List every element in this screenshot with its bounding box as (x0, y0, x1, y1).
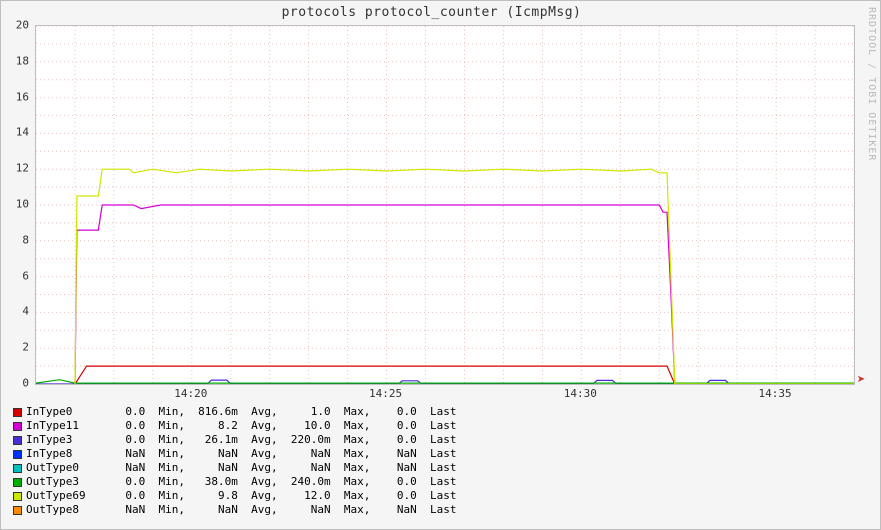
y-tick-label: 12 (16, 162, 29, 175)
legend-swatch (13, 422, 22, 431)
y-tick-label: 4 (22, 305, 29, 318)
x-axis-labels: 14:20 14:25 14:30 14:35 (35, 387, 855, 401)
legend-row: InType8 NaN Min, NaN Avg, NaN Max, NaN L… (13, 447, 456, 461)
x-tick-label: 14:20 (174, 387, 207, 400)
y-tick-label: 14 (16, 126, 29, 139)
rrdtool-watermark: RRDTOOL / TOBI OETIKER (866, 7, 877, 161)
legend-row: OutType0 NaN Min, NaN Avg, NaN Max, NaN … (13, 461, 456, 475)
legend-text: OutType3 0.0 Min, 38.0m Avg, 240.0m Max,… (26, 475, 456, 489)
legend-swatch (13, 492, 22, 501)
y-axis-labels: 02468101214161820 (1, 25, 31, 385)
legend-swatch (13, 506, 22, 515)
y-tick-label: 20 (16, 19, 29, 32)
y-tick-label: 2 (22, 341, 29, 354)
chart-title: protocols protocol_counter (IcmpMsg) (1, 5, 862, 20)
legend-text: OutType69 0.0 Min, 9.8 Avg, 12.0 Max, 0.… (26, 489, 456, 503)
legend-text: OutType8 NaN Min, NaN Avg, NaN Max, NaN … (26, 503, 456, 517)
legend: InType0 0.0 Min, 816.6m Avg, 1.0 Max, 0.… (13, 405, 456, 517)
y-tick-label: 16 (16, 90, 29, 103)
legend-text: InType11 0.0 Min, 8.2 Avg, 10.0 Max, 0.0… (26, 419, 456, 433)
legend-text: InType8 NaN Min, NaN Avg, NaN Max, NaN L… (26, 447, 456, 461)
x-tick-label: 14:30 (564, 387, 597, 400)
legend-row: OutType3 0.0 Min, 38.0m Avg, 240.0m Max,… (13, 475, 456, 489)
x-tick-label: 14:25 (369, 387, 402, 400)
y-tick-label: 8 (22, 233, 29, 246)
y-tick-label: 18 (16, 54, 29, 67)
legend-text: OutType0 NaN Min, NaN Avg, NaN Max, NaN … (26, 461, 456, 475)
y-tick-label: 10 (16, 198, 29, 211)
legend-row: OutType69 0.0 Min, 9.8 Avg, 12.0 Max, 0.… (13, 489, 456, 503)
legend-text: InType0 0.0 Min, 816.6m Avg, 1.0 Max, 0.… (26, 405, 456, 419)
legend-swatch (13, 436, 22, 445)
legend-row: InType0 0.0 Min, 816.6m Avg, 1.0 Max, 0.… (13, 405, 456, 419)
legend-swatch (13, 464, 22, 473)
legend-swatch (13, 450, 22, 459)
y-tick-label: 0 (22, 377, 29, 390)
x-axis-arrow-icon: ➤ (857, 372, 865, 388)
legend-row: OutType8 NaN Min, NaN Avg, NaN Max, NaN … (13, 503, 456, 517)
legend-text: InType3 0.0 Min, 26.1m Avg, 220.0m Max, … (26, 433, 456, 447)
legend-row: InType11 0.0 Min, 8.2 Avg, 10.0 Max, 0.0… (13, 419, 456, 433)
x-tick-label: 14:35 (759, 387, 792, 400)
legend-row: InType3 0.0 Min, 26.1m Avg, 220.0m Max, … (13, 433, 456, 447)
legend-swatch (13, 478, 22, 487)
plot-area (35, 25, 855, 385)
y-tick-label: 6 (22, 269, 29, 282)
legend-swatch (13, 408, 22, 417)
